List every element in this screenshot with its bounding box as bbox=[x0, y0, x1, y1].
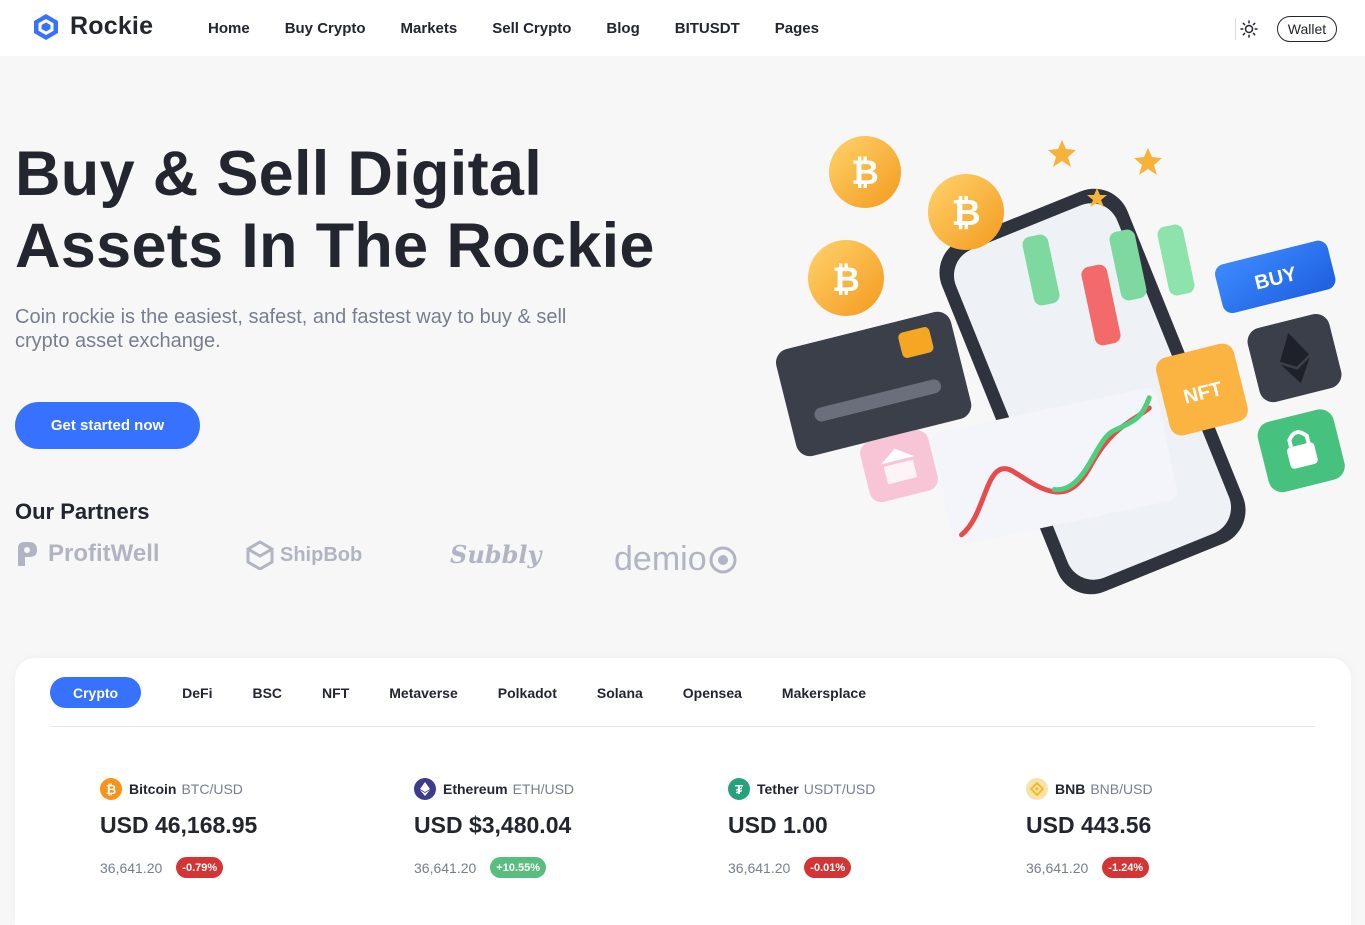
partner-logo-demio: demio bbox=[614, 540, 738, 579]
header-divider bbox=[1235, 18, 1236, 40]
tab-opensea[interactable]: Opensea bbox=[683, 685, 742, 701]
coin-pair: USDT/USD bbox=[803, 781, 876, 797]
hero-subtitle: Coin rockie is the easiest, safest, and … bbox=[15, 306, 567, 352]
svg-text:₿: ₿ bbox=[851, 154, 879, 192]
hero-title-line-2: Assets In The Rockie bbox=[15, 211, 655, 281]
partner-logo-profitwell: ProfitWell bbox=[15, 540, 160, 568]
partners-title: Our Partners bbox=[15, 499, 150, 524]
hero-title: Buy & Sell Digital Assets In The Rockie bbox=[15, 138, 655, 282]
bitcoin-icon: ₿ bbox=[100, 778, 122, 800]
lock-tile-graphic bbox=[1257, 409, 1345, 493]
coin-name: Bitcoin bbox=[129, 781, 177, 797]
main-nav: Home Buy Crypto Markets Sell Crypto Blog… bbox=[208, 20, 854, 37]
coin-card-bitcoin[interactable]: ₿ Bitcoin BTC/USD USD 46,168.95 36,641.2… bbox=[100, 778, 257, 878]
coin-name: Ethereum bbox=[443, 781, 508, 797]
nav-blog[interactable]: Blog bbox=[606, 20, 639, 37]
coin-price: USD 1.00 bbox=[728, 812, 828, 838]
coin-card-bnb[interactable]: BNB BNB/USD USD 443.56 36,641.20 -1.24% bbox=[1026, 778, 1153, 878]
sun-icon[interactable] bbox=[1240, 20, 1258, 38]
coin-pair: BNB/USD bbox=[1090, 781, 1153, 797]
partner-name: demio bbox=[614, 540, 707, 578]
nav-bitusdt[interactable]: BITUSDT bbox=[675, 20, 740, 37]
coin-volume: 36,641.20 bbox=[728, 859, 791, 876]
nav-home[interactable]: Home bbox=[208, 20, 250, 37]
logo-icon bbox=[34, 13, 58, 40]
wallet-button[interactable]: Wallet bbox=[1277, 16, 1337, 42]
coin-price: USD 443.56 bbox=[1026, 812, 1152, 838]
brand-logo[interactable]: Rockie bbox=[32, 12, 153, 41]
coin-pair: BTC/USD bbox=[181, 781, 243, 797]
tab-polkadot[interactable]: Polkadot bbox=[498, 685, 557, 701]
tabs-divider bbox=[50, 726, 1315, 727]
coin-volume: 36,641.20 bbox=[414, 859, 477, 876]
coin-card-ethereum[interactable]: Ethereum ETH/USD USD $3,480.04 36,641.20… bbox=[414, 778, 574, 878]
shipbob-icon bbox=[246, 540, 274, 570]
tether-icon: ₮ bbox=[728, 778, 750, 800]
change-badge: -0.79% bbox=[176, 857, 224, 878]
market-tabs: Crypto DeFi BSC NFT Metaverse Polkadot S… bbox=[50, 677, 906, 708]
partner-name: ProfitWell bbox=[48, 540, 160, 567]
tab-crypto[interactable]: Crypto bbox=[50, 677, 142, 708]
change-badge: +10.55% bbox=[490, 857, 547, 878]
bnb-icon bbox=[1026, 778, 1048, 800]
coin-price: USD $3,480.04 bbox=[414, 812, 572, 838]
coin-name: Tether bbox=[757, 781, 799, 797]
partner-logo-shipbob: ShipBob bbox=[246, 540, 362, 570]
change-badge: -0.01% bbox=[804, 857, 852, 878]
tab-defi[interactable]: DeFi bbox=[182, 685, 212, 701]
nav-buy-crypto[interactable]: Buy Crypto bbox=[285, 20, 366, 37]
site-header: Rockie Home Buy Crypto Markets Sell Cryp… bbox=[0, 0, 1365, 56]
partner-logo-subbly: Subbly bbox=[450, 540, 541, 569]
nav-sell-crypto[interactable]: Sell Crypto bbox=[492, 20, 571, 37]
profitwell-icon bbox=[18, 542, 37, 566]
ethereum-tile-graphic bbox=[1247, 313, 1342, 403]
coin-volume: 36,641.20 bbox=[1026, 859, 1089, 876]
svg-text:₿: ₿ bbox=[832, 261, 860, 299]
coin-card-tether[interactable]: ₮ Tether USDT/USD USD 1.00 36,641.20 -0.… bbox=[728, 778, 875, 878]
partner-name: Subbly bbox=[450, 540, 542, 569]
tab-bsc[interactable]: BSC bbox=[252, 685, 282, 701]
market-panel: Crypto DeFi BSC NFT Metaverse Polkadot S… bbox=[15, 658, 1351, 925]
tab-nft[interactable]: NFT bbox=[322, 685, 349, 701]
tab-makersplace[interactable]: Makersplace bbox=[782, 685, 866, 701]
tab-solana[interactable]: Solana bbox=[597, 685, 643, 701]
coin-name: BNB bbox=[1055, 781, 1086, 797]
partner-name: ShipBob bbox=[280, 543, 363, 566]
svg-text:₿: ₿ bbox=[951, 192, 980, 233]
coin-price: USD 46,168.95 bbox=[100, 812, 258, 838]
nav-pages[interactable]: Pages bbox=[775, 20, 819, 37]
buy-tile-graphic: BUY bbox=[1215, 240, 1336, 314]
coin-volume: 36,641.20 bbox=[100, 859, 163, 876]
demio-icon bbox=[709, 546, 737, 573]
hero-title-line-1: Buy & Sell Digital bbox=[15, 139, 542, 209]
hero-illustration: NFT BUY ₿ ₿ ₿ bbox=[775, 136, 1345, 595]
coin-pair: ETH/USD bbox=[512, 781, 575, 797]
change-badge: -1.24% bbox=[1102, 857, 1150, 878]
nav-markets[interactable]: Markets bbox=[401, 20, 458, 37]
get-started-button[interactable]: Get started now bbox=[15, 402, 200, 449]
tab-metaverse[interactable]: Metaverse bbox=[389, 685, 458, 701]
ethereum-icon bbox=[414, 778, 436, 800]
brand-name: Rockie bbox=[70, 12, 154, 40]
